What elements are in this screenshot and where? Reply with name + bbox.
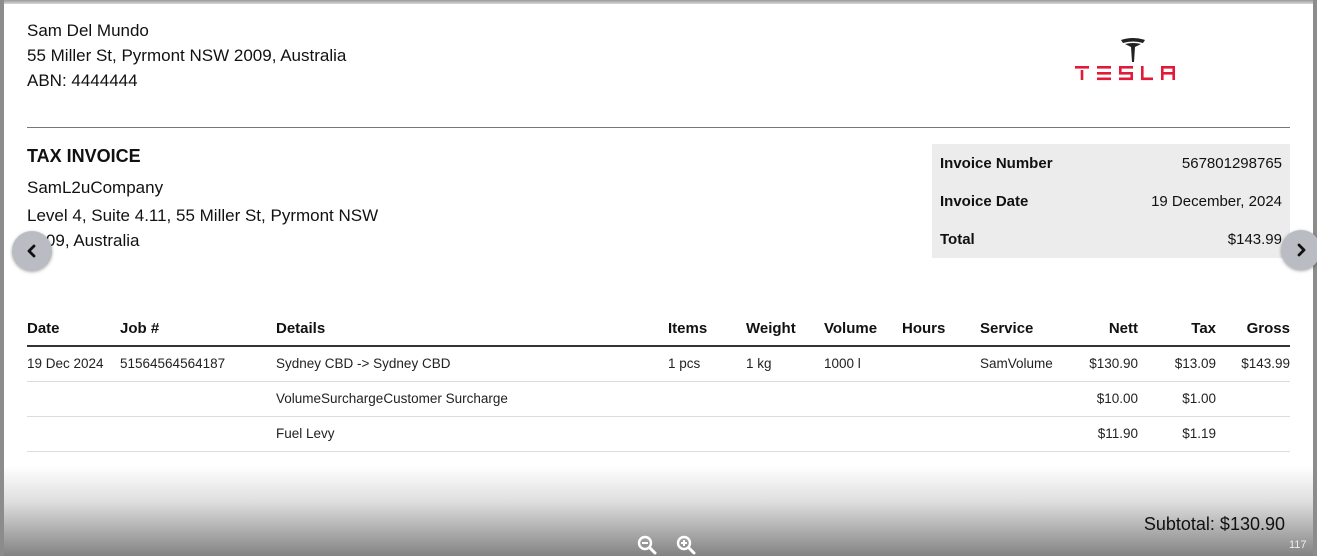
cell-tax: $1.19 bbox=[1138, 416, 1216, 452]
col-job: Job # bbox=[120, 312, 276, 347]
meta-label: Invoice Date bbox=[940, 192, 1029, 210]
cell-weight bbox=[746, 416, 824, 452]
col-volume: Volume bbox=[824, 312, 902, 347]
document-title: TAX INVOICE bbox=[27, 146, 141, 166]
cell-job bbox=[120, 416, 276, 452]
sender-abn: ABN: 4444444 bbox=[27, 71, 138, 90]
chevron-left-icon bbox=[27, 244, 36, 258]
invoice-meta-box: Invoice Number 567801298765 Invoice Date… bbox=[932, 144, 1290, 258]
next-page-button[interactable] bbox=[1281, 230, 1317, 270]
cell-hours bbox=[902, 416, 980, 452]
cell-date: 19 Dec 2024 bbox=[27, 346, 120, 382]
cell-date bbox=[27, 381, 120, 417]
table-header-row: Date Job # Details Items Weight Volume H… bbox=[27, 312, 1290, 347]
col-items: Items bbox=[668, 312, 746, 347]
cell-volume bbox=[824, 416, 902, 452]
col-hours: Hours bbox=[902, 312, 980, 347]
cell-items: 1 pcs bbox=[668, 346, 746, 382]
line-items-table: Date Job # Details Items Weight Volume H… bbox=[27, 312, 1290, 452]
sender-address: 55 Miller St, Pyrmont NSW 2009, Australi… bbox=[27, 46, 347, 65]
cell-nett: $10.00 bbox=[1070, 381, 1138, 417]
cell-items bbox=[668, 381, 746, 417]
meta-label: Invoice Number bbox=[940, 154, 1053, 172]
cell-hours bbox=[902, 381, 980, 417]
page-indicator: 117 bbox=[1289, 539, 1307, 551]
cell-details: Fuel Levy bbox=[276, 416, 668, 452]
zoom-out-icon[interactable] bbox=[637, 535, 657, 555]
cell-service: SamVolume bbox=[980, 346, 1070, 382]
cell-tax: $13.09 bbox=[1138, 346, 1216, 382]
cell-volume bbox=[824, 381, 902, 417]
cell-service bbox=[980, 381, 1070, 417]
cell-nett: $130.90 bbox=[1070, 346, 1138, 382]
cell-service bbox=[980, 416, 1070, 452]
meta-value: 19 December, 2024 bbox=[1151, 192, 1282, 210]
col-weight: Weight bbox=[746, 312, 824, 347]
cell-volume: 1000 l bbox=[824, 346, 902, 382]
table-row: 19 Dec 2024 51564564564187 Sydney CBD ->… bbox=[27, 346, 1290, 382]
table-row: Fuel Levy $11.90 $1.19 bbox=[27, 416, 1290, 452]
col-gross: Gross bbox=[1216, 312, 1290, 347]
cell-weight: 1 kg bbox=[746, 346, 824, 382]
zoom-in-icon[interactable] bbox=[676, 535, 696, 555]
col-nett: Nett bbox=[1070, 312, 1138, 347]
bottom-fade-overlay bbox=[4, 466, 1313, 556]
cell-hours bbox=[902, 346, 980, 382]
recipient-address-line2: 2009, Australia bbox=[27, 231, 140, 250]
col-service: Service bbox=[980, 312, 1070, 347]
col-details: Details bbox=[276, 312, 668, 347]
meta-label: Total bbox=[940, 230, 975, 248]
cell-details: VolumeSurchargeCustomer Surcharge bbox=[276, 381, 668, 417]
cell-gross bbox=[1216, 416, 1290, 452]
cell-nett: $11.90 bbox=[1070, 416, 1138, 452]
meta-value: $143.99 bbox=[1227, 230, 1282, 248]
cell-tax: $1.00 bbox=[1138, 381, 1216, 417]
tesla-logo bbox=[1073, 36, 1193, 86]
viewer-right-edge bbox=[1313, 0, 1317, 556]
cell-weight bbox=[746, 381, 824, 417]
table-row: VolumeSurchargeCustomer Surcharge $10.00… bbox=[27, 381, 1290, 417]
cell-job: 51564564564187 bbox=[120, 346, 276, 382]
subtotal-text: Subtotal: $130.90 bbox=[1143, 514, 1285, 534]
cell-date bbox=[27, 416, 120, 452]
cell-items bbox=[668, 416, 746, 452]
recipient-block: SamL2uCompany Level 4, Suite 4.11, 55 Mi… bbox=[27, 175, 387, 254]
sender-name: Sam Del Mundo bbox=[27, 21, 149, 40]
cell-job bbox=[120, 381, 276, 417]
col-date: Date bbox=[27, 312, 120, 347]
meta-value: 567801298765 bbox=[1181, 154, 1282, 172]
meta-row-invoice-date: Invoice Date 19 December, 2024 bbox=[932, 182, 1290, 220]
meta-row-invoice-number: Invoice Number 567801298765 bbox=[932, 144, 1290, 182]
col-tax: Tax bbox=[1138, 312, 1216, 347]
cell-details: Sydney CBD -> Sydney CBD bbox=[276, 346, 668, 382]
recipient-address-line1: Level 4, Suite 4.11, 55 Miller St, Pyrmo… bbox=[27, 206, 379, 225]
cell-gross bbox=[1216, 381, 1290, 417]
chevron-right-icon bbox=[1297, 243, 1306, 257]
header-divider bbox=[27, 127, 1290, 128]
cell-gross: $143.99 bbox=[1216, 346, 1290, 382]
meta-row-total: Total $143.99 bbox=[932, 220, 1290, 258]
prev-page-button[interactable] bbox=[12, 231, 52, 271]
sender-block: Sam Del Mundo 55 Miller St, Pyrmont NSW … bbox=[27, 18, 346, 93]
recipient-company: SamL2uCompany bbox=[27, 178, 164, 197]
